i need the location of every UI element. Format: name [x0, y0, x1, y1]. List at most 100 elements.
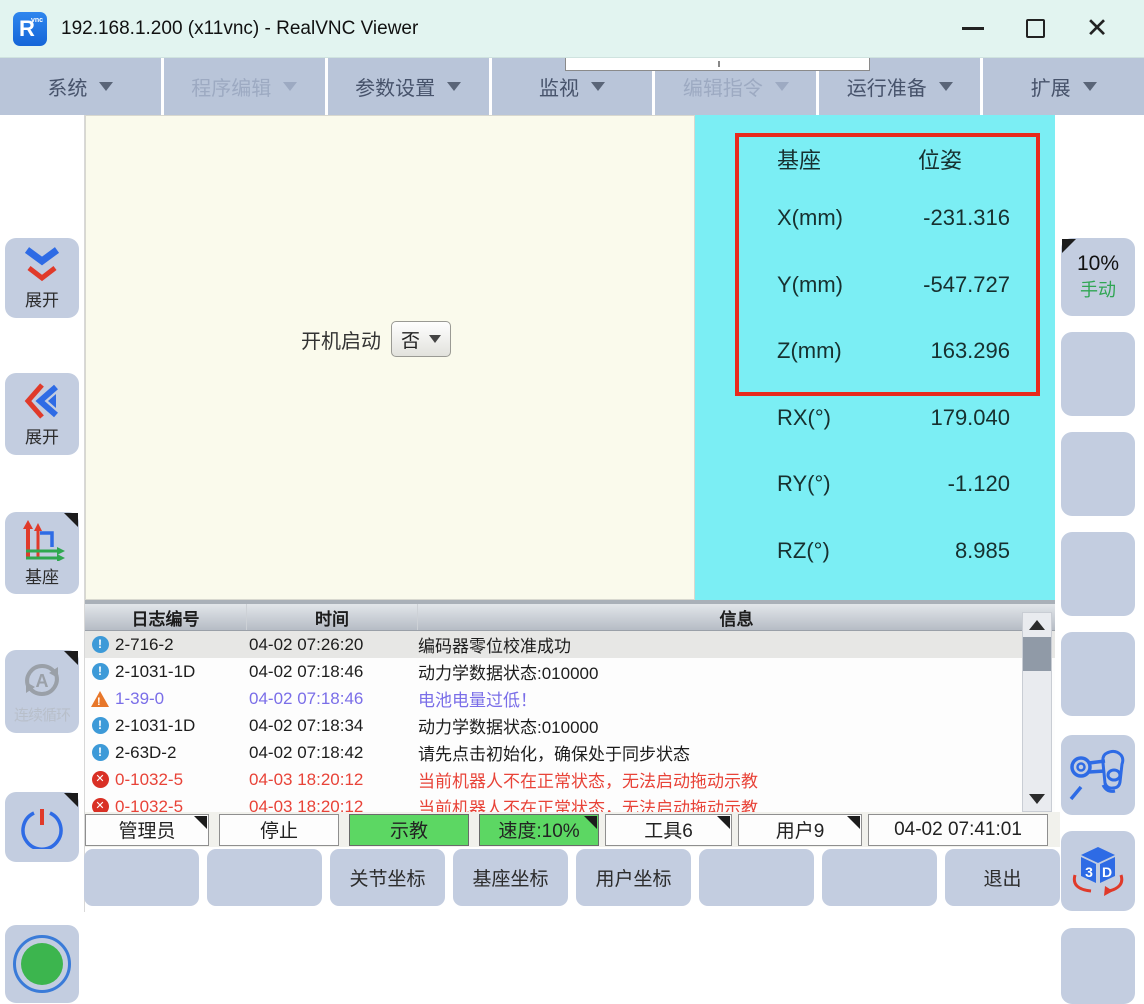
- blank-button[interactable]: [1061, 432, 1135, 516]
- manual-mode-label: 手动: [1080, 276, 1116, 302]
- error-icon: ✕: [92, 798, 109, 812]
- continuous-loop-button: A 连续循环: [5, 650, 79, 733]
- scroll-down-icon[interactable]: [1029, 794, 1045, 804]
- power-button[interactable]: [5, 792, 79, 862]
- pose-y-label: Y(mm): [777, 272, 843, 298]
- view-3d-button[interactable]: 3 D: [1061, 831, 1135, 911]
- logo-sub-letters: vnc: [31, 17, 43, 24]
- exit-button[interactable]: 退出: [945, 849, 1060, 906]
- pose-type-label: 位姿: [918, 143, 962, 175]
- pose-rx-label: RX(°): [777, 405, 831, 431]
- log-row[interactable]: ! 2-1031-1D 04-02 07:18:34 动力学数据状态:01000…: [85, 712, 1055, 739]
- blank-button[interactable]: [822, 849, 937, 906]
- dropdown-caret-icon: [939, 82, 953, 91]
- menu-extend[interactable]: 扩展: [983, 58, 1144, 115]
- teach-mode-button[interactable]: 示教: [349, 814, 469, 846]
- datetime-label: 04-02 07:41:01: [894, 819, 1022, 841]
- green-dot-icon: [21, 943, 63, 985]
- expand-down-button[interactable]: 展开: [5, 238, 79, 318]
- log-table-header: 日志编号 时间 信息: [85, 604, 1055, 631]
- menu-parameter-settings-label: 参数设置: [355, 72, 435, 101]
- info-icon: !: [92, 636, 109, 653]
- maximize-button[interactable]: [1018, 12, 1052, 46]
- record-ring-icon: [13, 935, 71, 993]
- pose-rz-value: 8.985: [955, 538, 1010, 564]
- speed-mode-button[interactable]: 10% 手动: [1061, 238, 1135, 316]
- log-row[interactable]: ! 2-63D-2 04-02 07:18:42 请先点击初始化，确保处于同步状…: [85, 739, 1055, 766]
- menu-parameter-settings[interactable]: 参数设置: [328, 58, 489, 115]
- user-coords-button[interactable]: 用户坐标: [576, 849, 691, 906]
- double-chevron-down-icon: [19, 246, 65, 284]
- pose-row-x: X(mm) -231.316: [777, 205, 1010, 272]
- svg-text:D: D: [1102, 864, 1112, 880]
- log-row[interactable]: 1-39-0 04-02 07:18:46 电池电量过低！: [85, 685, 1055, 712]
- teach-mode-label: 示教: [390, 816, 428, 843]
- status-bar: 管理员 停止 示教 速度:10% 工具6 用户9 04-02 07:41:01: [85, 812, 1060, 847]
- log-row[interactable]: ✕ 0-1032-5 04-03 18:20:12 当前机器人不在正常状态，无法…: [85, 793, 1055, 812]
- expand-down-label: 展开: [25, 286, 59, 311]
- drag-teach-button[interactable]: [1061, 735, 1135, 815]
- log-header-message[interactable]: 信息: [418, 604, 1055, 630]
- user-frame-button[interactable]: 用户9: [738, 814, 862, 846]
- log-row[interactable]: ! 2-716-2 04-02 07:26:20 编码器零位校准成功: [85, 631, 1055, 658]
- pose-row-z: Z(mm) 163.296: [777, 338, 1010, 405]
- log-header-id[interactable]: 日志编号: [85, 604, 247, 630]
- pose-rz-label: RZ(°): [777, 538, 830, 564]
- minimize-button[interactable]: [956, 12, 990, 46]
- log-scrollbar[interactable]: [1022, 612, 1052, 812]
- menu-system-label: 系统: [47, 72, 87, 101]
- log-table: 日志编号 时间 信息 ! 2-716-2 04-02 07:26:20 编码器零…: [85, 600, 1055, 812]
- log-row[interactable]: ! 2-1031-1D 04-02 07:18:46 动力学数据状态:01000…: [85, 658, 1055, 685]
- info-icon: !: [92, 663, 109, 680]
- fold-corner-icon: [847, 816, 860, 829]
- double-chevron-left-icon: [20, 381, 64, 421]
- blank-button[interactable]: [699, 849, 814, 906]
- blank-button[interactable]: [1061, 928, 1135, 1004]
- user-coords-label: 用户坐标: [595, 864, 671, 891]
- menu-system[interactable]: 系统: [0, 58, 161, 115]
- realvnc-logo-icon: R vnc: [13, 12, 47, 46]
- pose-x-label: X(mm): [777, 205, 843, 231]
- expand-left-button[interactable]: 展开: [5, 373, 79, 455]
- dropdown-caret-icon: [429, 335, 441, 343]
- joint-coords-button[interactable]: 关节坐标: [330, 849, 445, 906]
- tool-select-label: 工具6: [644, 816, 693, 843]
- speed-status-label: 速度:10%: [498, 816, 579, 843]
- blank-button[interactable]: [1061, 332, 1135, 416]
- joint-coords-label: 关节坐标: [349, 864, 425, 891]
- scroll-up-icon[interactable]: [1029, 620, 1045, 630]
- pose-row-ry: RY(°) -1.120: [777, 471, 1010, 538]
- log-header-time[interactable]: 时间: [247, 604, 418, 630]
- servo-ready-button[interactable]: [5, 925, 79, 1003]
- speed-status-button[interactable]: 速度:10%: [479, 814, 599, 846]
- base-coords-button[interactable]: 基座坐标: [453, 849, 568, 906]
- pose-ry-value: -1.120: [948, 471, 1010, 497]
- dropdown-caret-icon: [1083, 82, 1097, 91]
- close-button[interactable]: ✕: [1080, 12, 1114, 46]
- cube-3d-icon: 3 D: [1069, 843, 1127, 899]
- role-button[interactable]: 管理员: [85, 814, 209, 846]
- coordinate-axes-icon: [18, 519, 66, 561]
- pose-table: 基座 位姿 X(mm) -231.316 Y(mm) -547.727 Z(mm…: [695, 115, 1055, 600]
- boot-startup-select[interactable]: 否: [391, 321, 451, 357]
- base-coordinate-button[interactable]: 基座: [5, 512, 79, 594]
- blank-button[interactable]: [207, 849, 322, 906]
- stop-status-label: 停止: [260, 816, 298, 843]
- blank-button[interactable]: [1061, 532, 1135, 616]
- scrollbar-thumb[interactable]: [1023, 637, 1051, 671]
- stop-status-button[interactable]: 停止: [219, 814, 339, 846]
- log-rows: ! 2-716-2 04-02 07:26:20 编码器零位校准成功 ! 2-1…: [85, 631, 1055, 812]
- pose-rx-value: 179.040: [930, 405, 1010, 431]
- tool-select-button[interactable]: 工具6: [605, 814, 732, 846]
- fold-corner-icon: [1062, 239, 1076, 253]
- blank-button[interactable]: [1061, 632, 1135, 716]
- left-toolbar: 展开 展开 基座 A 连: [0, 115, 85, 912]
- log-row[interactable]: ✕ 0-1032-5 04-03 18:20:12 当前机器人不在正常状态，无法…: [85, 766, 1055, 793]
- pose-ry-label: RY(°): [777, 471, 831, 497]
- menu-monitor-label: 监视: [539, 72, 579, 101]
- pose-row-rx: RX(°) 179.040: [777, 405, 1010, 472]
- blank-button[interactable]: [84, 849, 199, 906]
- pose-row-rz: RZ(°) 8.985: [777, 538, 1010, 605]
- vnc-collapsed-toolbar[interactable]: [565, 58, 870, 71]
- pose-panel: 基座 位姿 X(mm) -231.316 Y(mm) -547.727 Z(mm…: [695, 115, 1055, 600]
